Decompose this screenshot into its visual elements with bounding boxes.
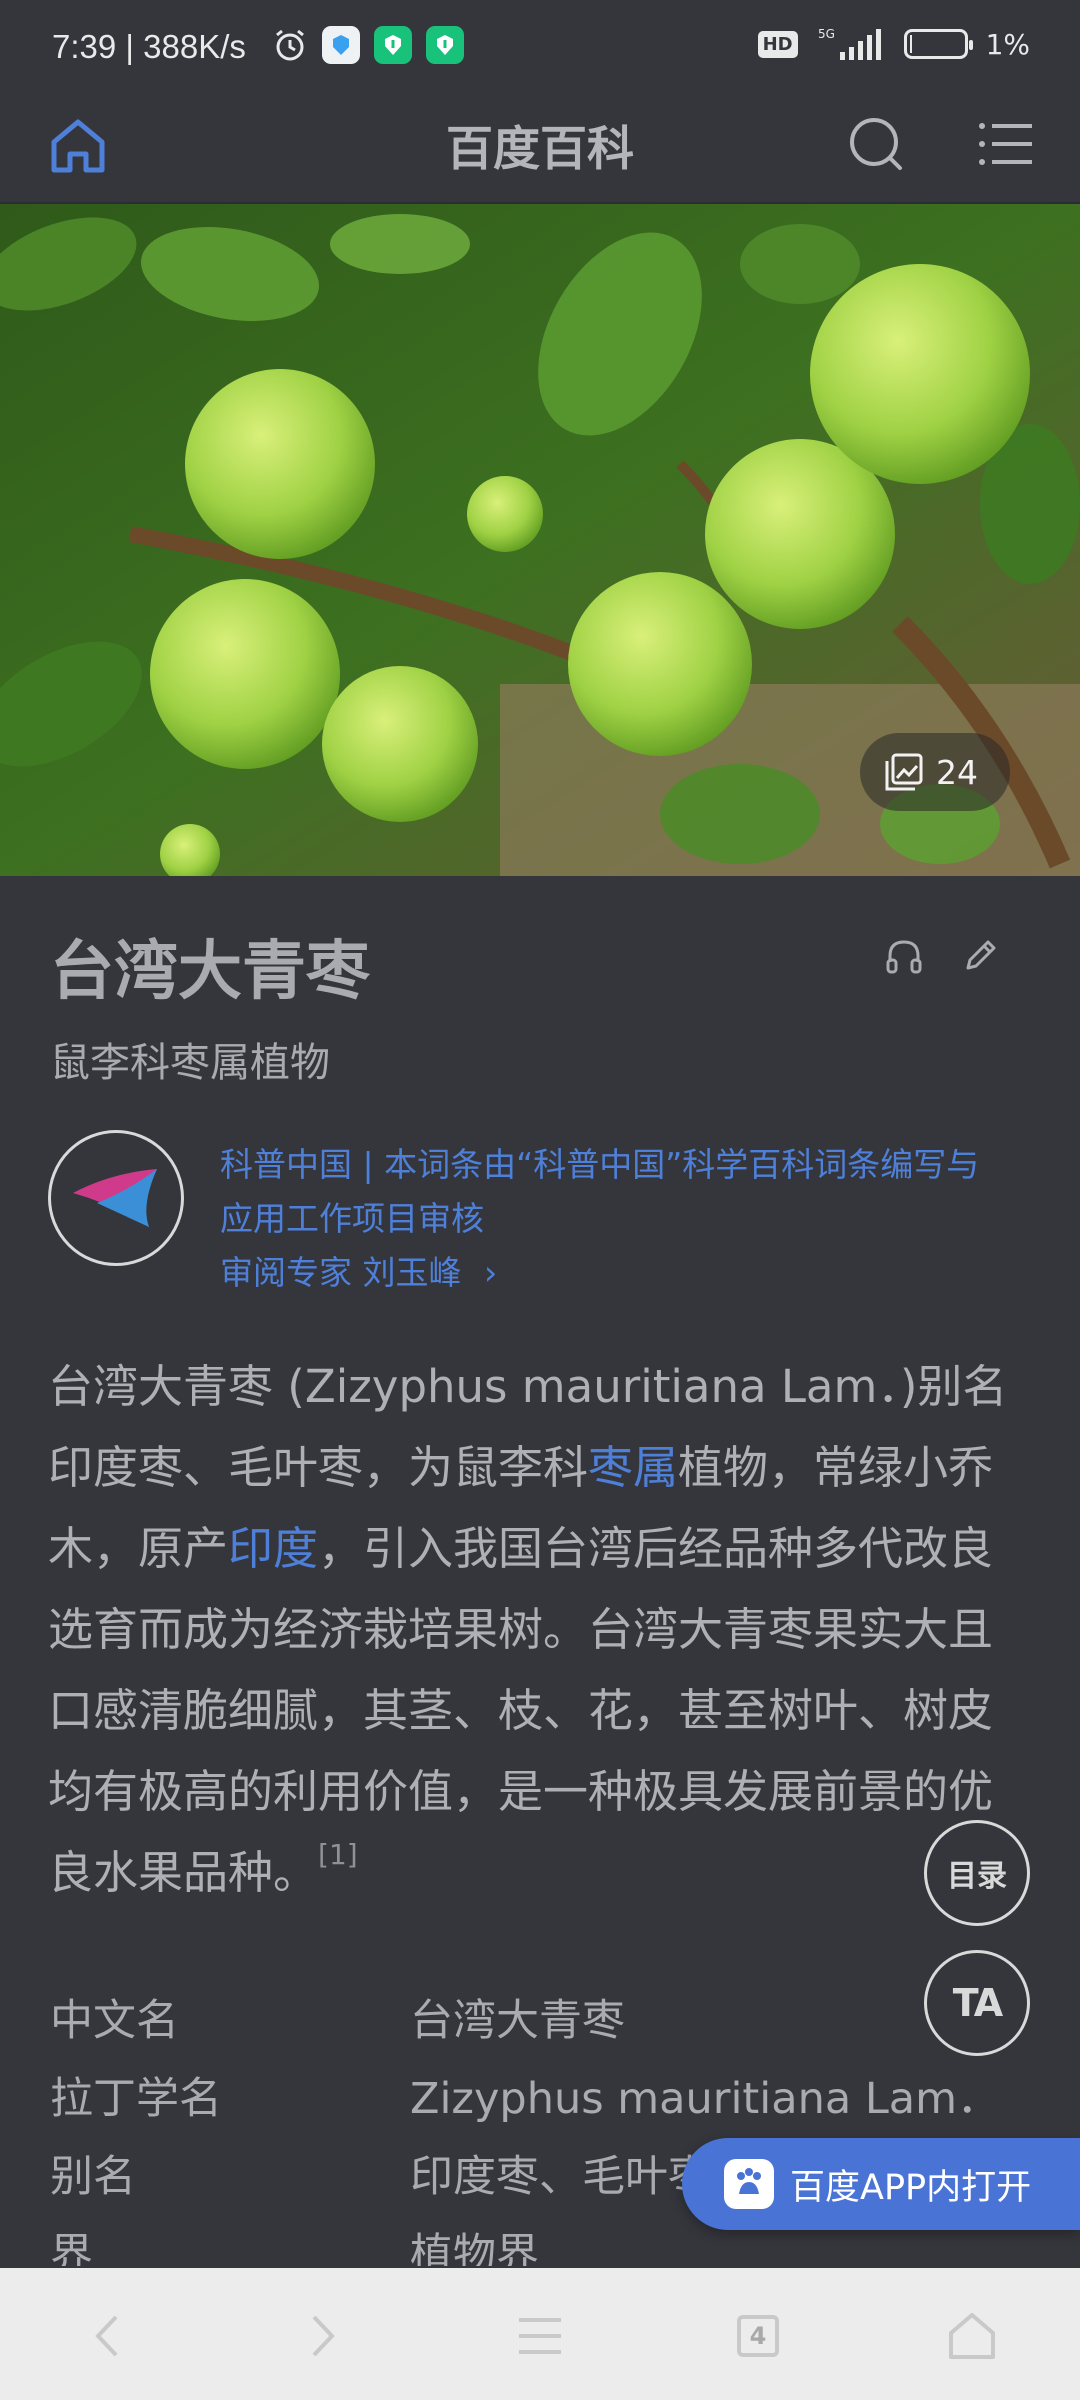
info-key: 界	[50, 2230, 93, 2266]
status-icons-right: HD 5G 1%	[757, 26, 1030, 62]
battery-percent: 1%	[985, 27, 1030, 61]
image-count-badge[interactable]: 24	[860, 733, 1010, 811]
open-app-label: 百度APP内打开	[790, 2167, 1032, 2208]
kepu-logo	[48, 1130, 184, 1266]
top-nav-bar: 百度百科	[0, 96, 1080, 204]
ta-button[interactable]: TA	[924, 1950, 1030, 2056]
back-icon[interactable]	[76, 2304, 140, 2368]
link-india[interactable]: 印度	[228, 1522, 318, 1575]
page-title: 百度百科	[446, 122, 634, 177]
hero-image[interactable]: 24	[0, 204, 1080, 876]
alarm-icon	[276, 29, 304, 61]
summary-text: 台湾大青枣 (Zizyphus mauritiana Lam．)别名印度枣、毛叶…	[48, 1346, 1032, 1913]
info-row: 拉丁学名 Zizyphus mauritiana Lam．	[50, 2064, 1050, 2142]
reference-marker[interactable]: [1]	[318, 1838, 358, 1871]
tabs-icon[interactable]: 4	[726, 2304, 790, 2368]
signal-icon: 5G	[818, 27, 881, 60]
link-zao-shu[interactable]: 枣属	[588, 1441, 678, 1494]
status-time-speed: 7:39 | 388K/s	[52, 28, 246, 65]
entry-title: 台湾大青枣	[50, 935, 370, 1009]
headphones-icon[interactable]	[884, 936, 924, 976]
menu-icon[interactable]	[972, 110, 1040, 178]
info-key: 中文名	[50, 1996, 179, 2046]
status-icons-left	[272, 26, 464, 64]
battery-icon	[903, 29, 973, 59]
chevron-right-icon: ›	[484, 1253, 498, 1292]
reviewer-label: 审阅专家 刘玉峰	[220, 1253, 462, 1292]
edit-icon[interactable]	[960, 936, 1000, 976]
search-icon[interactable]	[842, 110, 910, 178]
info-value: 印度枣、毛叶枣	[410, 2152, 711, 2202]
hd-badge: HD	[757, 30, 798, 58]
reviewer-link[interactable]: 审阅专家 刘玉峰 ›	[220, 1246, 497, 1294]
info-row: 中文名 台湾大青枣	[50, 1986, 1050, 2064]
info-value: 台湾大青枣	[410, 1996, 625, 2046]
info-value: 植物界	[410, 2230, 539, 2266]
app-notification-icon	[322, 26, 360, 64]
menu-lines-icon[interactable]	[508, 2304, 572, 2368]
summary-part-3: ，引入我国台湾后经品种多代改良选育而成为经济栽培果树。台湾大青枣果实大且口感清脆…	[48, 1522, 994, 1899]
shield-app-icon	[374, 26, 412, 64]
open-in-app-button[interactable]: 百度APP内打开	[682, 2138, 1080, 2230]
image-count: 24	[936, 752, 978, 792]
status-bar: 7:39 | 388K/s HD 5G 1%	[0, 0, 1080, 96]
toc-button[interactable]: 目录	[924, 1820, 1030, 1926]
forward-icon[interactable]	[290, 2304, 354, 2368]
source-line-1[interactable]: 科普中国 | 本词条由“科普中国”科学百科词条编写与	[220, 1138, 979, 1186]
tab-count: 4	[737, 2315, 779, 2357]
entry-subtitle: 鼠李科枣属植物	[50, 1040, 330, 1086]
title-actions	[884, 936, 1000, 976]
info-key: 拉丁学名	[50, 2074, 222, 2124]
source-line-2[interactable]: 应用工作项目审核	[220, 1192, 484, 1240]
source-box: 科普中国 | 本词条由“科普中国”科学百科词条编写与 应用工作项目审核 审阅专家…	[48, 1130, 1028, 1292]
network-label: 5G	[818, 27, 835, 41]
gallery-icon	[885, 753, 923, 791]
home-bottom-icon[interactable]	[940, 2304, 1004, 2368]
info-key: 别名	[50, 2152, 136, 2202]
baidu-app-icon	[724, 2159, 774, 2209]
shield-app-icon-2	[426, 26, 464, 64]
browser-bottom-bar: 4	[0, 2268, 1080, 2400]
info-value: Zizyphus mauritiana Lam．	[410, 2074, 1001, 2124]
